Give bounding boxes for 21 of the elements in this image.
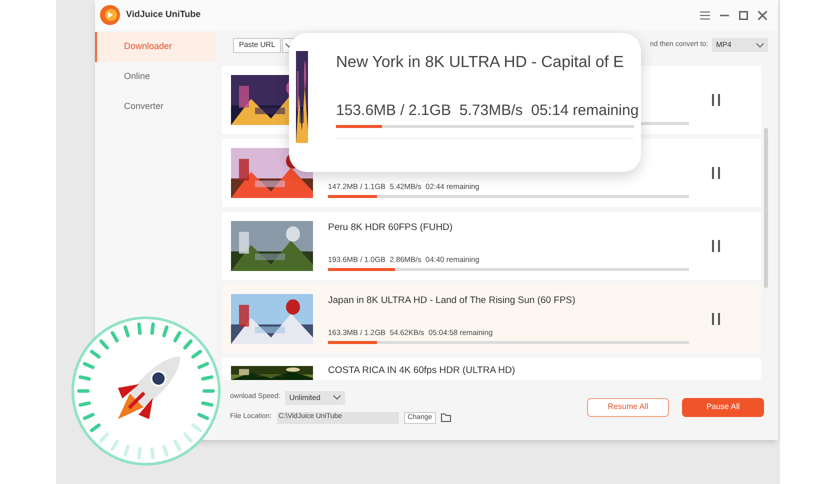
folder-icon[interactable] — [441, 413, 452, 422]
caret-icon — [333, 395, 342, 400]
video-title: Japan in 8K ULTRA HD - Land of The Rising Sun (60 FPS) — [328, 294, 576, 308]
menu-icon[interactable] — [700, 10, 710, 20]
download-row[interactable]: COSTA RICA IN 4K 60fps HDR (ULTRA HD) — [222, 358, 761, 380]
maximize-icon[interactable] — [739, 10, 748, 20]
video-title: COSTA RICA IN 4K 60fps HDR (ULTRA HD) — [328, 364, 516, 378]
scrollbar[interactable] — [764, 128, 768, 288]
video-title: Peru 8K HDR 60FPS (FUHD) — [328, 221, 454, 235]
sidebar-item[interactable]: Online — [95, 62, 215, 92]
window-title: VidJuice UniTube — [126, 8, 201, 22]
close-icon[interactable] — [758, 10, 767, 20]
pause-icon[interactable] — [711, 313, 721, 325]
sidebar-item[interactable]: Converter — [95, 92, 215, 122]
resume-all-button[interactable]: Resume All — [587, 398, 669, 416]
app-logo-icon — [100, 5, 120, 25]
pause-icon[interactable] — [711, 167, 721, 179]
video-title: New York in 8K ULTRA HD - Capital of E — [336, 53, 624, 73]
caret-icon — [756, 42, 764, 48]
pause-icon[interactable] — [711, 94, 721, 106]
pause-icon[interactable] — [711, 240, 721, 252]
